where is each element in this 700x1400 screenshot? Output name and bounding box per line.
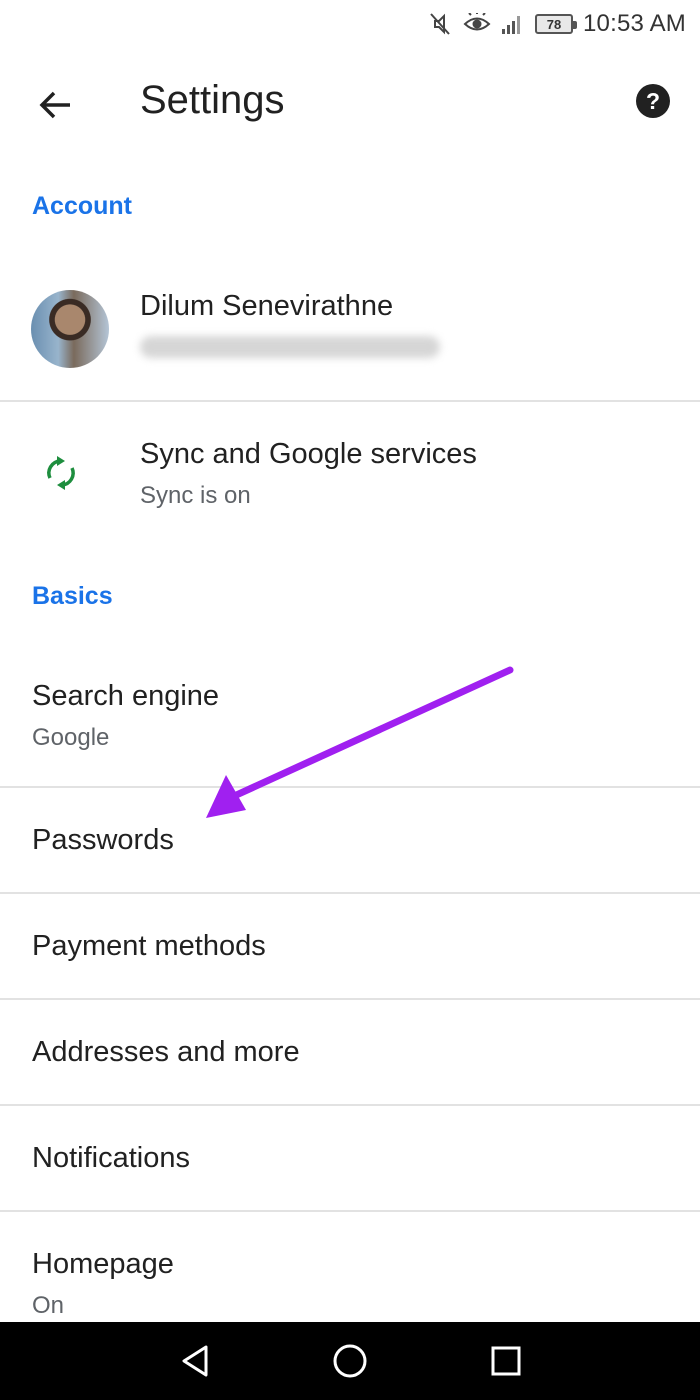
nav-back-button[interactable]	[170, 1336, 220, 1386]
search-engine-value: Google	[32, 724, 110, 751]
settings-item-payment-methods[interactable]: Payment methods	[0, 894, 700, 998]
settings-item-passwords[interactable]: Passwords	[0, 788, 700, 892]
eye-icon	[463, 13, 491, 31]
account-email-redacted	[140, 336, 440, 358]
settings-item-homepage[interactable]: Homepage On	[0, 1212, 700, 1322]
help-button[interactable]: ?	[636, 84, 670, 118]
homepage-title: Homepage	[32, 1248, 174, 1280]
back-triangle-icon	[182, 1345, 208, 1377]
battery-level: 78	[546, 16, 562, 32]
status-icons: 78 10:53 AM	[427, 8, 686, 40]
passwords-title: Passwords	[32, 824, 174, 856]
notifications-title: Notifications	[32, 1142, 190, 1174]
addresses-title: Addresses and more	[32, 1036, 300, 1068]
recents-square-icon	[491, 1346, 521, 1376]
mute-icon	[430, 13, 450, 35]
section-header-account: Account	[32, 192, 132, 220]
page-title: Settings	[140, 78, 285, 122]
homepage-value: On	[32, 1292, 65, 1319]
payment-methods-title: Payment methods	[32, 930, 266, 962]
section-header-basics: Basics	[32, 582, 113, 610]
avatar	[31, 290, 109, 368]
help-icon: ?	[645, 87, 661, 114]
status-bar: 78 10:53 AM	[0, 0, 700, 48]
nav-bar	[0, 1322, 700, 1400]
search-engine-title: Search engine	[32, 680, 220, 712]
sync-title: Sync and Google services	[140, 438, 477, 470]
sync-icon	[47, 456, 75, 490]
app-bar: Settings ?	[0, 48, 700, 158]
signal-icon	[501, 16, 520, 34]
nav-home-button[interactable]	[325, 1336, 375, 1386]
nav-recents-button[interactable]	[481, 1336, 531, 1386]
settings-item-search-engine[interactable]: Search engine Google	[0, 650, 700, 786]
sync-subtitle: Sync is on	[140, 482, 251, 509]
status-time: 10:53 AM	[582, 10, 686, 37]
arrow-left-icon	[39, 91, 70, 119]
account-name: Dilum Senevirathne	[140, 290, 394, 322]
back-button[interactable]	[30, 80, 80, 130]
settings-item-addresses[interactable]: Addresses and more	[0, 1000, 700, 1104]
home-circle-icon	[333, 1344, 367, 1378]
battery-icon: 78	[534, 14, 577, 34]
settings-item-notifications[interactable]: Notifications	[0, 1106, 700, 1210]
